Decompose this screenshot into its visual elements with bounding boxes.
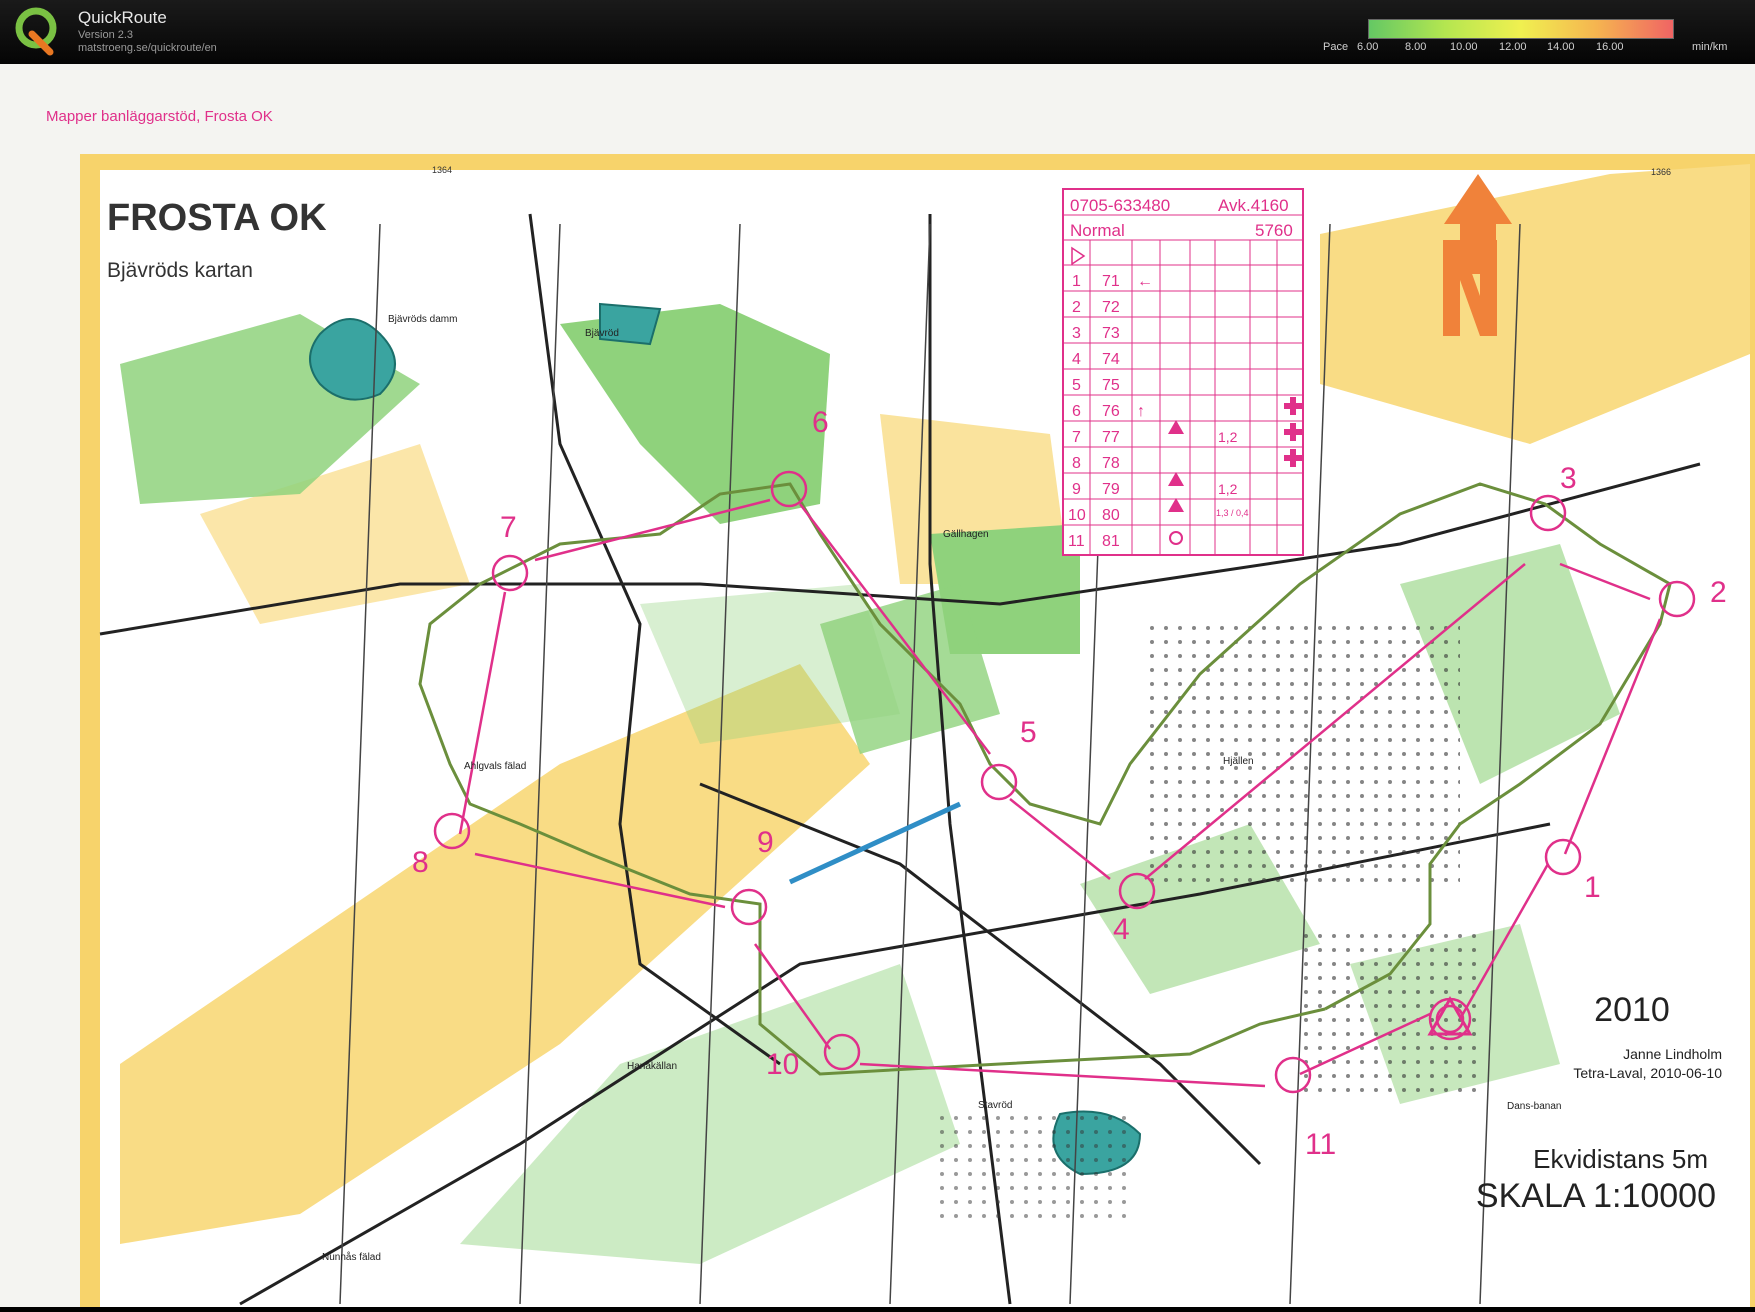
event-date: Tetra-Laval, 2010-06-10 (1573, 1065, 1722, 1081)
contour-interval: Ekvidistans 5m (1533, 1144, 1708, 1174)
svg-text:Hjällen: Hjällen (1223, 756, 1254, 767)
margin-label: 1366 (1651, 167, 1671, 177)
svg-text:1,2: 1,2 (1218, 429, 1238, 445)
svg-text:Stavröd: Stavröd (978, 1100, 1012, 1111)
svg-text:←: ← (1137, 273, 1153, 290)
svg-text:6: 6 (1072, 403, 1081, 420)
boulder-field (1300, 934, 1480, 1094)
svg-text:4: 4 (1072, 351, 1081, 368)
svg-text:79: 79 (1102, 481, 1120, 498)
svg-text:Bjävröds damm: Bjävröds damm (388, 314, 457, 325)
orienteering-map: 1 2 3 4 5 6 7 8 9 10 11 Mapper banläggar… (0, 64, 1755, 1312)
boulder-field (1140, 624, 1460, 884)
svg-text:76: 76 (1102, 403, 1120, 420)
svg-text:8: 8 (1072, 455, 1081, 472)
control-number: 11 (1305, 1128, 1336, 1161)
app-url: matstroeng.se/quickroute/en (78, 42, 217, 54)
pace-tick: 10.00 (1450, 41, 1478, 53)
svg-text:73: 73 (1102, 325, 1120, 342)
svg-text:1: 1 (1072, 273, 1081, 290)
svg-text:72: 72 (1102, 299, 1120, 316)
svg-text:9: 9 (1072, 481, 1081, 498)
course-setter: Janne Lindholm (1623, 1046, 1722, 1062)
svg-text:11: 11 (1068, 533, 1085, 550)
map-name: Bjävröds kartan (107, 259, 253, 282)
svg-text:3: 3 (1072, 325, 1081, 342)
svg-text:Bjävröd: Bjävröd (585, 328, 619, 339)
svg-text:71: 71 (1102, 273, 1120, 290)
svg-text:1,3 / 0,4: 1,3 / 0,4 (1216, 508, 1249, 518)
pace-tick: 8.00 (1405, 41, 1427, 53)
control-number: 9 (757, 826, 774, 859)
app-header: QuickRoute Version 2.3 matstroeng.se/qui… (0, 0, 1755, 64)
svg-text:Gällhagen: Gällhagen (943, 529, 989, 540)
svg-text:74: 74 (1102, 351, 1120, 368)
control-number: 10 (766, 1048, 799, 1081)
control-number: 6 (812, 406, 829, 439)
mapper-credit: Mapper banläggarstöd, Frosta OK (46, 108, 273, 125)
svg-text:Ahlgvals fälad: Ahlgvals fälad (464, 761, 526, 772)
control-number: 1 (1584, 871, 1601, 904)
boulder-field (930, 1114, 1130, 1224)
pace-color-scale (1368, 19, 1674, 39)
control-description-card: 0705-633480 Avk.4160 Normal 5760 1 71 ← … (1062, 188, 1304, 556)
map-scale: SKALA 1:10000 (1476, 1177, 1716, 1215)
svg-text:↑: ↑ (1137, 403, 1145, 420)
svg-text:75: 75 (1102, 377, 1120, 394)
svg-text:2: 2 (1072, 299, 1081, 316)
cd-class: Normal (1070, 221, 1125, 240)
svg-text:Nunnås fälad: Nunnås fälad (322, 1251, 381, 1263)
svg-text:7: 7 (1072, 429, 1081, 446)
control-number: 2 (1710, 576, 1727, 609)
svg-text:77: 77 (1102, 429, 1120, 446)
pace-tick: 12.00 (1499, 41, 1527, 53)
cd-course: Avk.4160 (1218, 196, 1289, 215)
control-number: 3 (1560, 462, 1577, 495)
cd-length: 5760 (1255, 221, 1293, 240)
svg-text:5: 5 (1072, 377, 1081, 394)
svg-text:Dans-banan: Dans-banan (1507, 1101, 1561, 1112)
margin-label: 1364 (432, 165, 452, 175)
orienteering-map-canvas[interactable]: 1 2 3 4 5 6 7 8 9 10 11 Mapper banläggar… (0, 64, 1755, 1312)
svg-text:Hanakällan: Hanakällan (627, 1061, 677, 1072)
control-number: 7 (500, 511, 517, 544)
pace-tick: 16.00 (1596, 41, 1624, 53)
pace-tick: 14.00 (1547, 41, 1575, 53)
control-number: 8 (412, 846, 429, 879)
pace-scale-label: Pace (1323, 41, 1349, 53)
pace-scale-unit: min/km (1692, 41, 1728, 53)
map-year: 2010 (1594, 991, 1670, 1029)
cd-phone: 0705-633480 (1070, 196, 1170, 215)
svg-text:1,2: 1,2 (1218, 481, 1238, 497)
quickroute-logo-icon (15, 7, 57, 56)
club-name: FROSTA OK (107, 197, 327, 239)
svg-text:81: 81 (1102, 533, 1120, 550)
svg-text:78: 78 (1102, 455, 1120, 472)
control-number: 4 (1113, 913, 1130, 946)
svg-text:10: 10 (1068, 507, 1086, 524)
app-version: Version 2.3 (78, 29, 134, 41)
pace-tick: 6.00 (1357, 41, 1379, 53)
app-title: QuickRoute (78, 8, 167, 27)
control-number: 5 (1020, 716, 1037, 749)
svg-text:80: 80 (1102, 507, 1120, 524)
